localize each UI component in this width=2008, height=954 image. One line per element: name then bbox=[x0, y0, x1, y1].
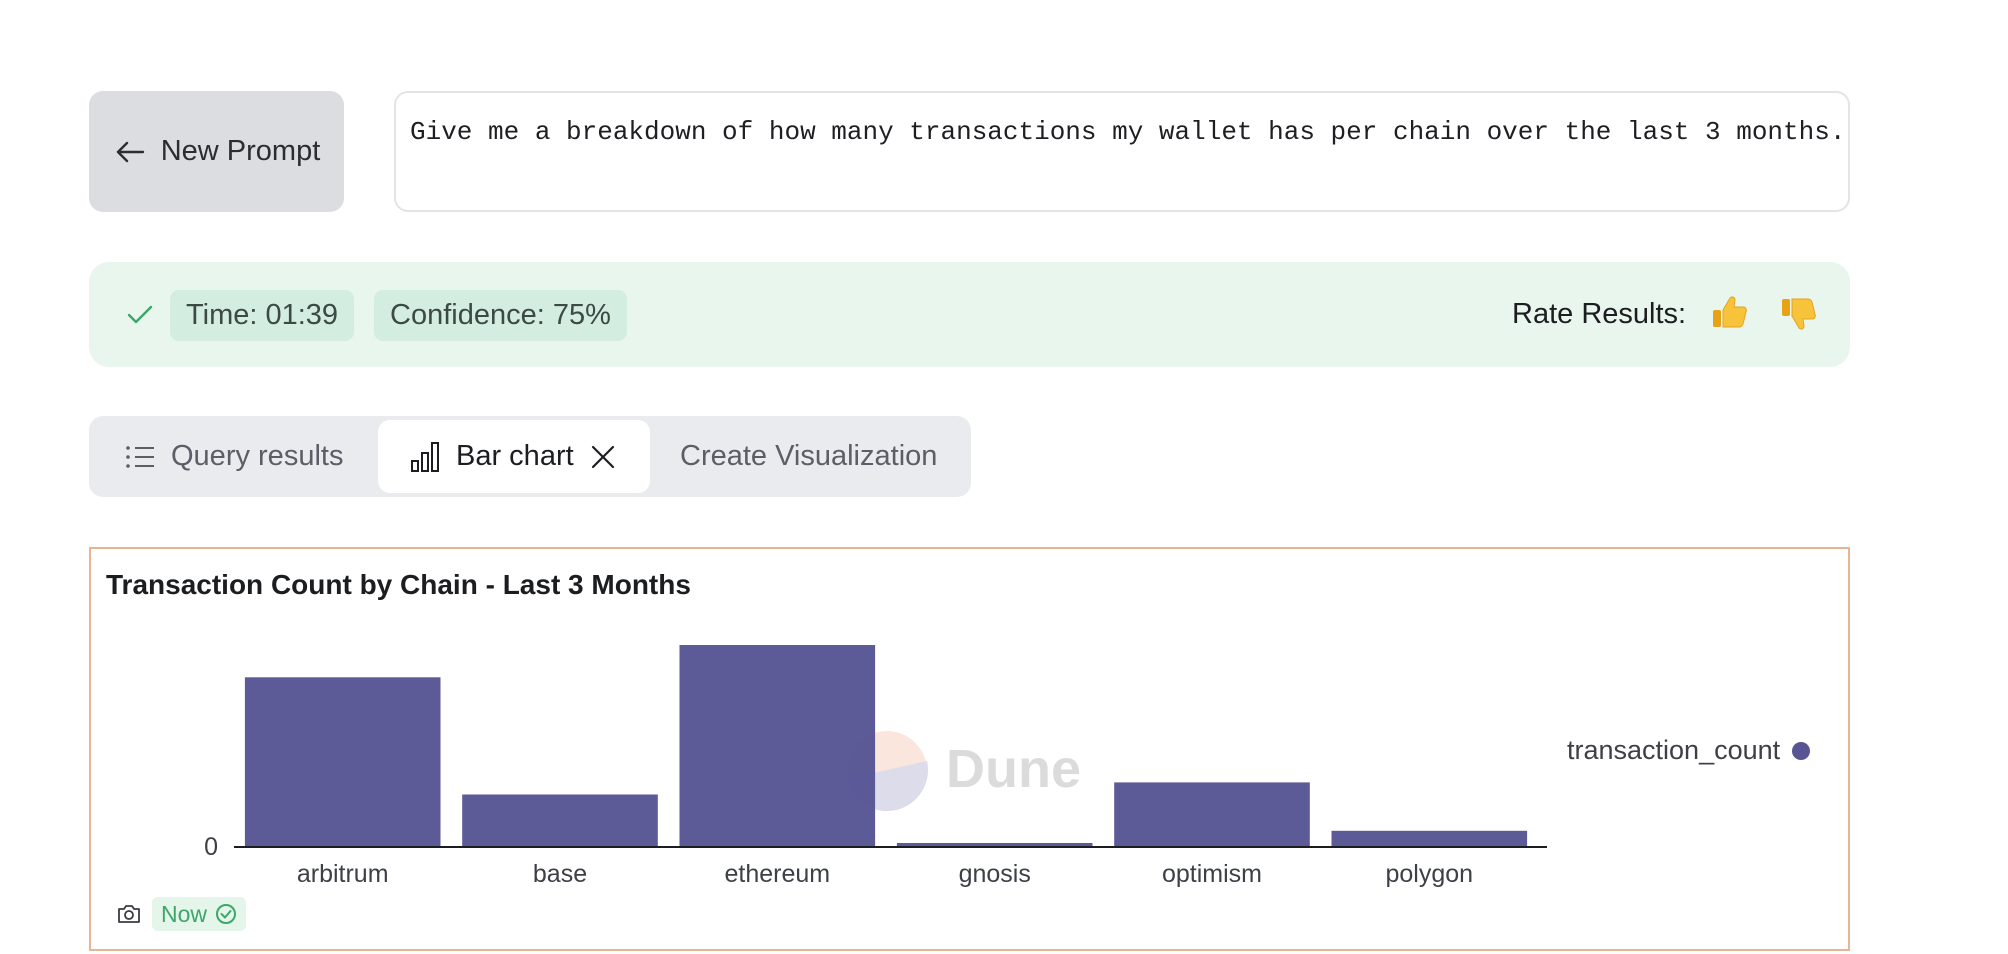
new-prompt-label: New Prompt bbox=[160, 135, 321, 167]
bar-arbitrum[interactable] bbox=[244, 677, 441, 847]
thumbs-up-icon bbox=[1713, 296, 1747, 328]
list-icon bbox=[126, 445, 154, 468]
tab-query-results[interactable]: Query results bbox=[107, 420, 361, 493]
tab-bar-chart-label: Bar chart bbox=[456, 440, 574, 472]
bar-optimism[interactable] bbox=[1114, 782, 1310, 847]
bar-ethereum[interactable] bbox=[679, 645, 876, 847]
close-icon[interactable] bbox=[590, 444, 616, 470]
bar-chart-icon bbox=[411, 441, 439, 472]
dune-watermark: Dune bbox=[847, 731, 1081, 811]
camera-icon[interactable] bbox=[117, 903, 141, 925]
bar-polygon[interactable] bbox=[1331, 830, 1528, 847]
prompt-input[interactable]: Give me a breakdown of how many transact… bbox=[394, 91, 1850, 212]
legend-label: transaction_count bbox=[1567, 735, 1781, 765]
arrow-left-icon bbox=[116, 141, 144, 162]
confidence-badge: Confidence: 75% bbox=[374, 290, 627, 341]
check-circle-icon bbox=[216, 904, 237, 924]
thumbs-up-button[interactable] bbox=[1706, 290, 1752, 336]
tab-bar-chart[interactable]: Bar chart bbox=[378, 420, 650, 493]
thumbs-down-icon bbox=[1782, 298, 1816, 330]
x-tick-label: optimism bbox=[1162, 860, 1262, 888]
freshness-label: Now bbox=[161, 900, 208, 927]
legend-dot bbox=[1792, 741, 1811, 760]
tab-create-visualization[interactable]: Create Visualization bbox=[662, 420, 955, 493]
y-tick-label: 0 bbox=[204, 833, 218, 861]
x-tick-label: arbitrum bbox=[297, 860, 389, 888]
bar-base[interactable] bbox=[462, 794, 658, 848]
result-tabs: Query results Bar chart Create Visualiza… bbox=[89, 416, 971, 497]
rate-results-label: Rate Results: bbox=[1512, 298, 1687, 330]
chart-legend: transaction_count bbox=[1567, 735, 1811, 766]
checkmark-icon bbox=[127, 305, 153, 324]
watermark-text: Dune bbox=[946, 739, 1081, 799]
new-prompt-button[interactable]: New Prompt bbox=[89, 91, 344, 212]
x-tick-label: ethereum bbox=[724, 860, 830, 888]
tab-query-results-label: Query results bbox=[171, 440, 344, 472]
tab-create-visualization-label: Create Visualization bbox=[680, 440, 938, 472]
freshness-badge: Now bbox=[152, 897, 247, 931]
prompt-text: Give me a breakdown of how many transact… bbox=[410, 117, 1846, 147]
x-tick-label: gnosis bbox=[959, 860, 1031, 888]
chart-title: Transaction Count by Chain - Last 3 Mont… bbox=[106, 569, 691, 600]
thumbs-down-button[interactable] bbox=[1775, 290, 1821, 336]
status-bar: Time: 01:39 Confidence: 75% Rate Results… bbox=[89, 262, 1850, 367]
x-tick-label: base bbox=[533, 860, 587, 888]
x-tick-label: polygon bbox=[1386, 860, 1474, 888]
time-badge: Time: 01:39 bbox=[170, 290, 355, 341]
chart-card: Dune arbitrum base ethereum gnosis optimism po… bbox=[89, 547, 1850, 951]
